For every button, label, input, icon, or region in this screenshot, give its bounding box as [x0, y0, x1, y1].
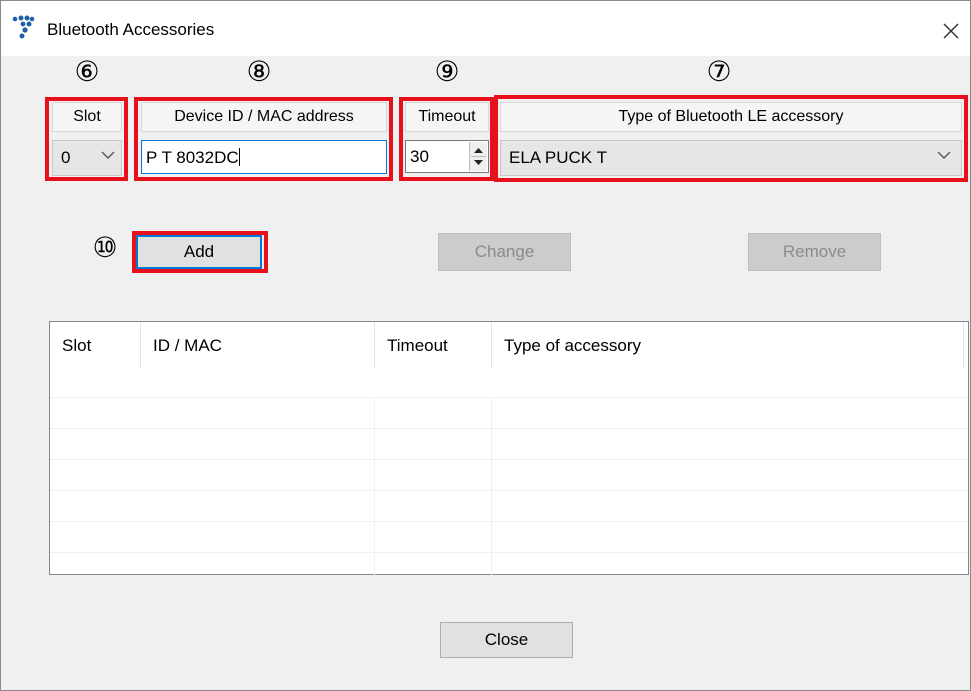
remove-button[interactable]: Remove	[748, 233, 881, 271]
bluetooth-accessories-dialog: Bluetooth Accessories ⑥ ⑧ ⑨ ⑦ ⑩ Slot 0 D…	[0, 0, 971, 691]
table-row[interactable]	[50, 490, 968, 522]
table-row[interactable]	[50, 428, 968, 460]
callout-slot: ⑥	[74, 55, 100, 88]
window-title: Bluetooth Accessories	[47, 20, 215, 39]
callout-add: ⑩	[92, 231, 118, 264]
highlight-slot	[45, 97, 128, 181]
callout-timeout: ⑨	[434, 55, 460, 88]
highlight-add	[132, 231, 268, 273]
change-button[interactable]: Change	[438, 233, 571, 271]
table-row[interactable]	[50, 459, 968, 491]
callout-device-id: ⑧	[246, 55, 272, 88]
table-row[interactable]	[50, 521, 968, 553]
accessories-list[interactable]: Slot ID / MAC Timeout Type of accessory	[49, 321, 969, 575]
highlight-device-id	[134, 97, 393, 181]
table-row[interactable]	[50, 552, 968, 575]
column-header-slot[interactable]: Slot	[50, 322, 141, 368]
table-row[interactable]	[50, 397, 968, 429]
bluetooth-dots-icon	[11, 15, 37, 39]
close-icon[interactable]	[941, 21, 961, 41]
close-button[interactable]: Close	[440, 622, 573, 658]
column-header-timeout[interactable]: Timeout	[375, 322, 492, 368]
title-bar: Bluetooth Accessories	[1, 1, 970, 56]
callout-type: ⑦	[706, 55, 732, 88]
column-header-id-mac[interactable]: ID / MAC	[141, 322, 375, 368]
highlight-type	[494, 95, 968, 182]
highlight-timeout	[399, 97, 494, 181]
column-header-type[interactable]: Type of accessory	[492, 322, 964, 368]
